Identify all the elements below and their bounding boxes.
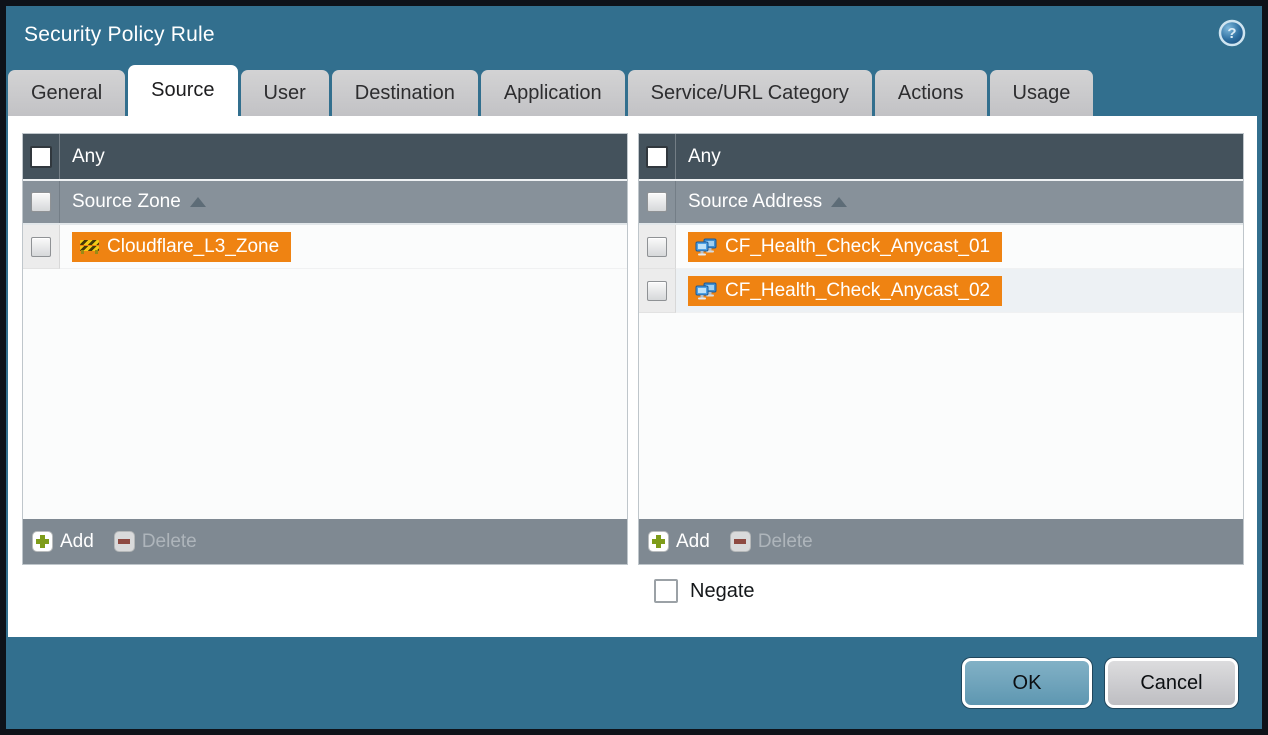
checkbox-cell <box>639 181 676 223</box>
dialog-title: Security Policy Rule <box>24 23 215 47</box>
checkbox-cell <box>639 225 676 269</box>
source-address-column-header-row: Source Address <box>639 181 1243 225</box>
source-zone-panel: Any Source Zone <box>22 133 628 565</box>
address-name: CF_Health_Check_Anycast_01 <box>725 236 990 258</box>
address-name: CF_Health_Check_Anycast_02 <box>725 280 990 302</box>
negate-row: Negate <box>654 579 1244 603</box>
source-address-footer: Add Delete <box>639 519 1243 564</box>
list-item[interactable]: CF_Health_Check_Anycast_02 <box>639 269 1243 313</box>
add-label: Add <box>676 531 710 553</box>
source-address-select-all-checkbox[interactable] <box>647 192 667 212</box>
delete-label: Delete <box>142 531 197 553</box>
zone-icon <box>79 239 100 254</box>
checkbox-cell <box>639 269 676 313</box>
row-content: CF_Health_Check_Anycast_01 <box>676 225 1243 269</box>
row-checkbox[interactable] <box>647 237 667 257</box>
source-address-any-checkbox[interactable] <box>646 146 668 168</box>
address-chip[interactable]: CF_Health_Check_Anycast_01 <box>688 232 1002 262</box>
list-item[interactable]: Cloudflare_L3_Zone <box>23 225 627 269</box>
add-label: Add <box>60 531 94 553</box>
source-address-column-header[interactable]: Source Address <box>688 191 822 213</box>
tab-label: User <box>264 82 306 105</box>
tab-label: Service/URL Category <box>651 82 849 105</box>
help-icon[interactable]: ? <box>1218 19 1246 47</box>
row-checkbox[interactable] <box>647 281 667 301</box>
checkbox-cell <box>639 134 676 179</box>
negate-label: Negate <box>690 580 755 603</box>
source-address-any-row: Any <box>639 134 1243 181</box>
minus-icon <box>730 531 751 552</box>
tab-usage[interactable]: Usage <box>990 70 1094 116</box>
tab-label: Destination <box>355 82 455 105</box>
sort-ascending-icon[interactable] <box>190 197 206 207</box>
tab-label: Usage <box>1013 82 1071 105</box>
cancel-button[interactable]: Cancel <box>1105 658 1238 708</box>
delete-label: Delete <box>758 531 813 553</box>
checkbox-cell <box>23 134 60 179</box>
source-zone-footer: Add Delete <box>23 519 627 564</box>
address-chip[interactable]: CF_Health_Check_Anycast_02 <box>688 276 1002 306</box>
tab-content-source: Any Source Zone <box>8 116 1257 637</box>
list-item[interactable]: CF_Health_Check_Anycast_01 <box>639 225 1243 269</box>
add-button[interactable]: Add <box>32 531 94 553</box>
source-zone-column-header-row: Source Zone <box>23 181 627 225</box>
tab-label: General <box>31 82 102 105</box>
security-policy-rule-dialog: Security Policy Rule ? General Source Us… <box>6 6 1262 729</box>
tab-label: Source <box>151 79 214 102</box>
zone-name: Cloudflare_L3_Zone <box>107 236 279 258</box>
add-button[interactable]: Add <box>648 531 710 553</box>
tab-service-url-category[interactable]: Service/URL Category <box>628 70 872 116</box>
panels-container: Any Source Zone <box>22 133 1244 565</box>
plus-icon <box>648 531 669 552</box>
negate-checkbox[interactable] <box>654 579 678 603</box>
sort-ascending-icon[interactable] <box>831 197 847 207</box>
checkbox-cell <box>23 225 60 269</box>
source-zone-any-row: Any <box>23 134 627 181</box>
address-icon <box>695 238 718 256</box>
tab-application[interactable]: Application <box>481 70 625 116</box>
source-zone-list: Cloudflare_L3_Zone <box>23 225 627 519</box>
svg-text:?: ? <box>1227 25 1236 42</box>
tab-actions[interactable]: Actions <box>875 70 987 116</box>
plus-icon <box>32 531 53 552</box>
row-content: Cloudflare_L3_Zone <box>60 225 627 269</box>
source-zone-any-checkbox[interactable] <box>30 146 52 168</box>
source-zone-column-header[interactable]: Source Zone <box>72 191 181 213</box>
tab-strip: General Source User Destination Applicat… <box>6 64 1262 116</box>
row-content: CF_Health_Check_Anycast_02 <box>676 269 1243 313</box>
tab-label: Actions <box>898 82 964 105</box>
any-label: Any <box>688 146 721 168</box>
checkbox-cell <box>23 181 60 223</box>
delete-button[interactable]: Delete <box>730 531 813 553</box>
row-checkbox[interactable] <box>31 237 51 257</box>
tab-label: Application <box>504 82 602 105</box>
source-address-list: CF_Health_Check_Anycast_01 <box>639 225 1243 519</box>
tab-destination[interactable]: Destination <box>332 70 478 116</box>
tab-user[interactable]: User <box>241 70 329 116</box>
tab-source[interactable]: Source <box>128 65 237 116</box>
dialog-button-bar: OK Cancel <box>6 637 1262 729</box>
tab-general[interactable]: General <box>8 70 125 116</box>
source-zone-select-all-checkbox[interactable] <box>31 192 51 212</box>
ok-button[interactable]: OK <box>962 658 1092 708</box>
address-icon <box>695 282 718 300</box>
any-label: Any <box>72 146 105 168</box>
source-address-panel: Any Source Address <box>638 133 1244 565</box>
delete-button[interactable]: Delete <box>114 531 197 553</box>
dialog-frame: Security Policy Rule ? General Source Us… <box>0 0 1268 735</box>
zone-chip[interactable]: Cloudflare_L3_Zone <box>72 232 291 262</box>
title-bar: Security Policy Rule ? <box>6 6 1262 64</box>
minus-icon <box>114 531 135 552</box>
